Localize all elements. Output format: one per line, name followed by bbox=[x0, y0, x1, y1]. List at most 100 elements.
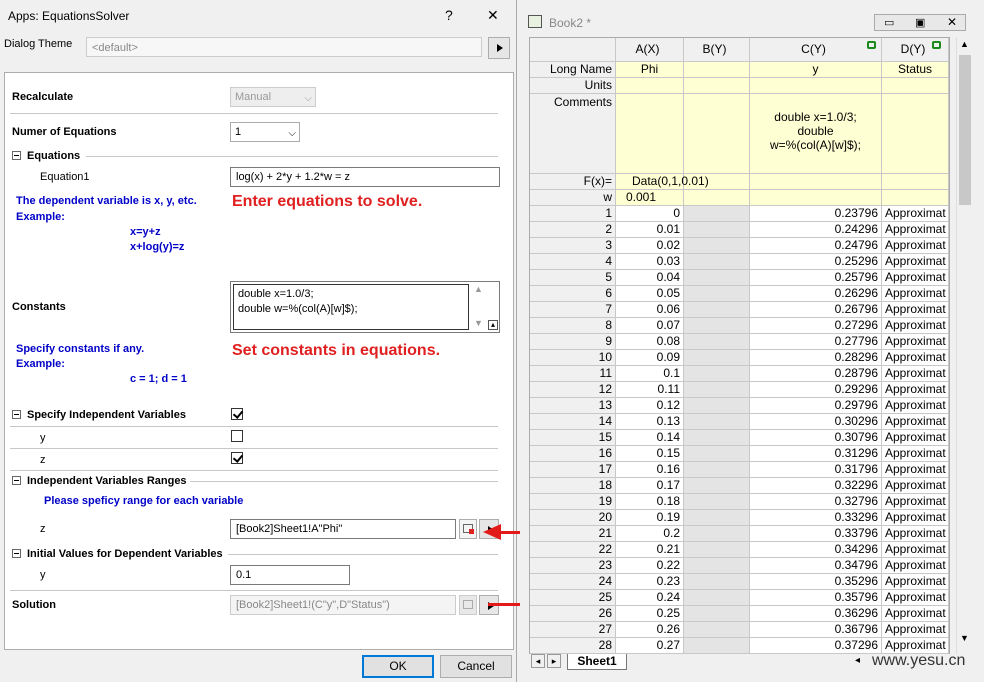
row-number[interactable]: 15 bbox=[530, 430, 616, 446]
select-output-icon[interactable] bbox=[459, 595, 477, 615]
cell-b[interactable] bbox=[684, 302, 750, 318]
theme-menu-arrow-icon[interactable] bbox=[488, 37, 510, 59]
row-number[interactable]: 11 bbox=[530, 366, 616, 382]
row-number[interactable]: 9 bbox=[530, 334, 616, 350]
cell-b[interactable] bbox=[684, 222, 750, 238]
cell-c[interactable]: 0.30796 bbox=[750, 430, 882, 446]
cell-c[interactable]: 0.25296 bbox=[750, 254, 882, 270]
corner-cell[interactable] bbox=[530, 38, 616, 62]
equation1-input[interactable]: log(x) + 2*y + 1.2*w = z bbox=[230, 167, 500, 187]
restore-icon[interactable]: ▣ bbox=[915, 16, 925, 29]
row-number[interactable]: 27 bbox=[530, 622, 616, 638]
cell-c[interactable]: 0.35796 bbox=[750, 590, 882, 606]
cell-c[interactable]: 0.36796 bbox=[750, 622, 882, 638]
long-name-cell[interactable]: y bbox=[750, 62, 882, 78]
cell-b[interactable] bbox=[684, 574, 750, 590]
cell-b[interactable] bbox=[684, 510, 750, 526]
cell-a[interactable]: 0.15 bbox=[616, 446, 684, 462]
w-cell[interactable] bbox=[684, 190, 750, 206]
collapse-independent-icon[interactable] bbox=[12, 410, 21, 419]
scroll-down-icon[interactable]: ▼ bbox=[960, 633, 969, 643]
cell-b[interactable] bbox=[684, 398, 750, 414]
scrollbar-thumb[interactable] bbox=[959, 55, 971, 205]
cell-b[interactable] bbox=[684, 238, 750, 254]
row-number[interactable]: 25 bbox=[530, 590, 616, 606]
num-equations-combo[interactable]: 1 ⌵ bbox=[230, 122, 300, 142]
meta-label-w[interactable]: w bbox=[530, 190, 616, 206]
init-y-input[interactable]: 0.1 bbox=[230, 565, 350, 585]
cell-c[interactable]: 0.30296 bbox=[750, 414, 882, 430]
cell-b[interactable] bbox=[684, 286, 750, 302]
cell-a[interactable]: 0.01 bbox=[616, 222, 684, 238]
cell-a[interactable]: 0.2 bbox=[616, 526, 684, 542]
sheet-tab-sheet1[interactable]: Sheet1 bbox=[567, 654, 627, 670]
cell-b[interactable] bbox=[684, 606, 750, 622]
cell-c[interactable]: 0.34296 bbox=[750, 542, 882, 558]
select-range-icon[interactable] bbox=[459, 519, 477, 539]
cell-c[interactable]: 0.25796 bbox=[750, 270, 882, 286]
cell-c[interactable]: 0.26796 bbox=[750, 302, 882, 318]
close-icon[interactable]: ✕ bbox=[947, 15, 957, 29]
meta-label-comments[interactable]: Comments bbox=[530, 94, 616, 174]
units-cell[interactable] bbox=[882, 78, 949, 94]
comments-cell[interactable]: double x=1.0/3; double w=%(col(A)[w]$); bbox=[750, 94, 882, 174]
cell-d[interactable]: Approximat bbox=[882, 510, 949, 526]
cell-a[interactable]: 0.1 bbox=[616, 366, 684, 382]
cell-c[interactable]: 0.26296 bbox=[750, 286, 882, 302]
cell-a[interactable]: 0.14 bbox=[616, 430, 684, 446]
cell-a[interactable]: 0.26 bbox=[616, 622, 684, 638]
cell-d[interactable]: Approximat bbox=[882, 222, 949, 238]
fx-cell[interactable] bbox=[750, 174, 882, 190]
meta-label-long-name[interactable]: Long Name bbox=[530, 62, 616, 78]
cell-d[interactable]: Approximat bbox=[882, 270, 949, 286]
cell-c[interactable]: 0.27296 bbox=[750, 318, 882, 334]
cell-d[interactable]: Approximat bbox=[882, 462, 949, 478]
cell-d[interactable]: Approximat bbox=[882, 542, 949, 558]
cell-a[interactable]: 0.18 bbox=[616, 494, 684, 510]
row-number[interactable]: 24 bbox=[530, 574, 616, 590]
comments-cell[interactable] bbox=[616, 94, 684, 174]
cell-c[interactable]: 0.24796 bbox=[750, 238, 882, 254]
cell-a[interactable]: 0.25 bbox=[616, 606, 684, 622]
cell-a[interactable]: 0.09 bbox=[616, 350, 684, 366]
cell-d[interactable]: Approximat bbox=[882, 430, 949, 446]
cell-d[interactable]: Approximat bbox=[882, 606, 949, 622]
row-number[interactable]: 13 bbox=[530, 398, 616, 414]
cell-a[interactable]: 0.12 bbox=[616, 398, 684, 414]
cell-b[interactable] bbox=[684, 366, 750, 382]
collapse-initial-icon[interactable] bbox=[12, 549, 21, 558]
cell-c[interactable]: 0.35296 bbox=[750, 574, 882, 590]
cell-a[interactable]: 0.05 bbox=[616, 286, 684, 302]
comments-cell[interactable] bbox=[882, 94, 949, 174]
column-header[interactable]: A(X) bbox=[616, 38, 684, 62]
cell-b[interactable] bbox=[684, 638, 750, 654]
cell-b[interactable] bbox=[684, 270, 750, 286]
cell-a[interactable]: 0.27 bbox=[616, 638, 684, 654]
cell-d[interactable]: Approximat bbox=[882, 446, 949, 462]
cell-b[interactable] bbox=[684, 462, 750, 478]
cell-b[interactable] bbox=[684, 334, 750, 350]
row-number[interactable]: 19 bbox=[530, 494, 616, 510]
cell-c[interactable]: 0.37296 bbox=[750, 638, 882, 654]
cell-a[interactable]: 0.06 bbox=[616, 302, 684, 318]
row-number[interactable]: 4 bbox=[530, 254, 616, 270]
scroll-up-icon[interactable]: ▲ bbox=[960, 39, 969, 49]
row-number[interactable]: 21 bbox=[530, 526, 616, 542]
long-name-cell[interactable]: Status bbox=[882, 62, 949, 78]
meta-label-fx[interactable]: F(x)= bbox=[530, 174, 616, 190]
cancel-button[interactable]: Cancel bbox=[440, 655, 512, 678]
cell-d[interactable]: Approximat bbox=[882, 574, 949, 590]
row-number[interactable]: 28 bbox=[530, 638, 616, 654]
row-number[interactable]: 17 bbox=[530, 462, 616, 478]
long-name-cell[interactable]: Phi bbox=[616, 62, 684, 78]
row-number[interactable]: 22 bbox=[530, 542, 616, 558]
cell-a[interactable]: 0.03 bbox=[616, 254, 684, 270]
cell-b[interactable] bbox=[684, 318, 750, 334]
cell-a[interactable]: 0.21 bbox=[616, 542, 684, 558]
cell-c[interactable]: 0.31296 bbox=[750, 446, 882, 462]
cell-a[interactable]: 0.08 bbox=[616, 334, 684, 350]
cell-d[interactable]: Approximat bbox=[882, 334, 949, 350]
indep-z-checkbox[interactable] bbox=[231, 452, 243, 464]
fx-cell[interactable] bbox=[882, 174, 949, 190]
cell-d[interactable]: Approximat bbox=[882, 366, 949, 382]
